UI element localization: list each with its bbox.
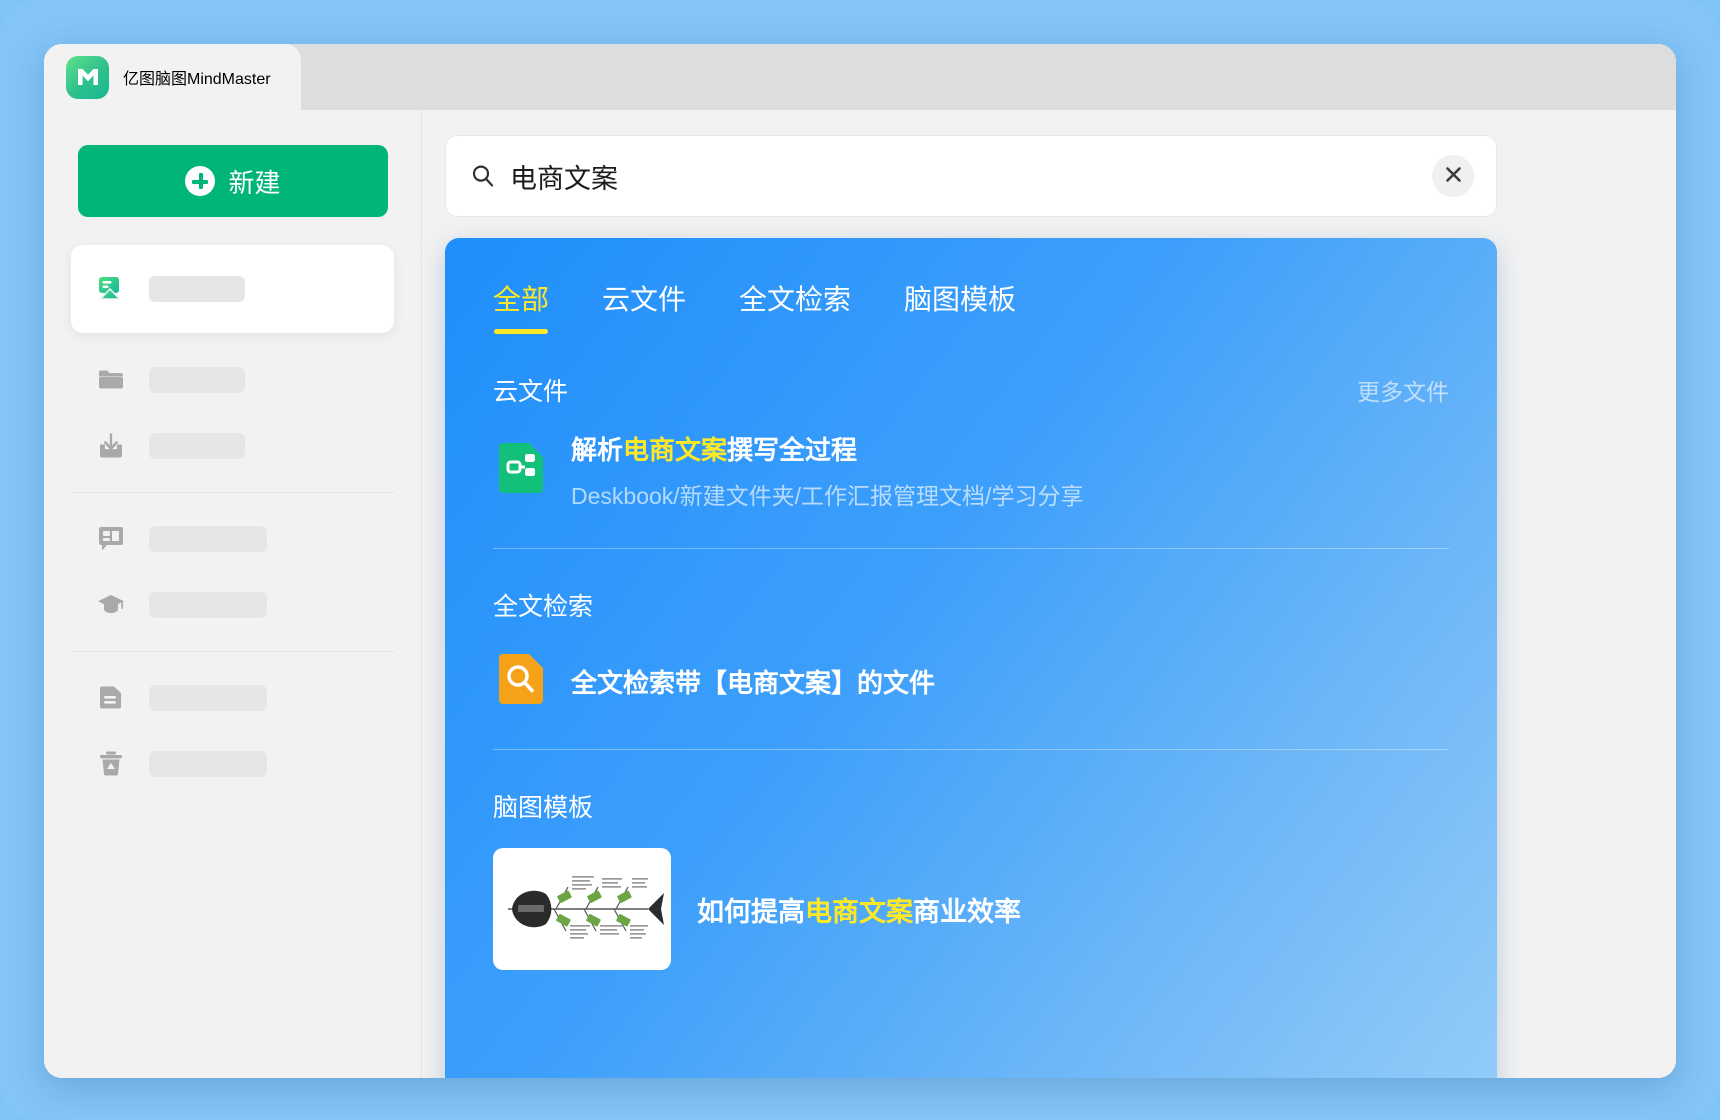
- close-icon: [1444, 165, 1463, 187]
- app-window: 亿图脑图MindMaster 新建 电商文案 全部 云文件 全文检索 脑图模板 …: [44, 44, 1676, 1078]
- title-prefix: 解析: [571, 435, 624, 465]
- full-text-search-section-header: 全文检索: [445, 587, 1497, 623]
- trash-icon: [95, 748, 127, 780]
- graduation-cap-icon: [95, 589, 127, 621]
- mindmap-file-icon: [493, 440, 549, 501]
- search-bar[interactable]: [445, 135, 1497, 217]
- cloud-file-result-row[interactable]: 解析电商文案撰写全过程 Deskbook/新建文件夹/工作汇报管理文档/学习分享: [445, 430, 1497, 511]
- clear-search-button[interactable]: [1432, 155, 1474, 197]
- title-suffix: 撰写全过程: [727, 435, 858, 465]
- sidebar-item-label: [149, 276, 245, 302]
- sidebar-item-trash[interactable]: [71, 731, 394, 797]
- sidebar-item-label: [149, 592, 267, 618]
- search-results-panel: 全部 云文件 全文检索 脑图模板 云文件 更多文件 解析电商文案撰写全过程 De…: [445, 238, 1497, 1078]
- sidebar-item-label: [149, 526, 267, 552]
- tab-cloud-files[interactable]: 云文件: [602, 278, 686, 334]
- sidebar-item-download[interactable]: [71, 413, 394, 479]
- sidebar-item-label: [149, 685, 267, 711]
- document-icon: [95, 682, 127, 714]
- app-tab[interactable]: 亿图脑图MindMaster: [44, 44, 301, 110]
- title-suffix: 商业效率: [913, 896, 1021, 927]
- sidebar-item-label: [149, 751, 267, 777]
- full-text-search-result-row[interactable]: 全文检索带【电商文案】的文件: [445, 651, 1497, 712]
- sidebar-item-label: [149, 367, 245, 393]
- sidebar-item-cloud-drive[interactable]: [71, 245, 394, 333]
- template-icon: [95, 523, 127, 555]
- title-highlight: 电商文案: [623, 435, 728, 465]
- more-files-link[interactable]: 更多文件: [1357, 373, 1449, 407]
- sidebar-item-learning[interactable]: [71, 572, 394, 638]
- result-tabs: 全部 云文件 全文检索 脑图模板: [445, 238, 1497, 334]
- title-bar: 亿图脑图MindMaster: [44, 44, 1676, 110]
- full-text-search-text: 全文检索带【电商文案】的文件: [571, 663, 935, 700]
- cloud-file-path: Deskbook/新建文件夹/工作汇报管理文档/学习分享: [571, 483, 1084, 509]
- main-content: 全部 云文件 全文检索 脑图模板 云文件 更多文件: [422, 110, 1676, 1078]
- search-input[interactable]: [510, 160, 1432, 192]
- sidebar: 新建: [44, 110, 422, 1078]
- mindmaster-logo-icon: [66, 55, 109, 99]
- section-title: 全文检索: [493, 593, 594, 621]
- tab-mind-templates[interactable]: 脑图模板: [904, 278, 1016, 334]
- sidebar-item-template[interactable]: [71, 506, 394, 572]
- section-divider: [493, 548, 1449, 549]
- cloud-file-title: 解析电商文案撰写全过程: [571, 435, 857, 465]
- plus-circle-icon: [185, 166, 216, 196]
- template-result-row[interactable]: 如何提高电商文案商业效率: [445, 848, 1497, 970]
- full-text-search-title: 全文检索带【电商文案】的文件: [571, 668, 936, 698]
- sidebar-item-folder[interactable]: [71, 347, 394, 413]
- search-file-icon: [493, 651, 549, 712]
- title-highlight: 电商文案: [805, 896, 913, 927]
- window-body: 新建 电商文案 全部 云文件 全文检索 脑图模板 云文件 更多文件 解析电商文案…: [44, 110, 1676, 1078]
- cloud-files-section-header: 云文件 更多文件: [445, 372, 1497, 408]
- sidebar-item-document[interactable]: [71, 665, 394, 731]
- app-title: 亿图脑图MindMaster: [123, 71, 271, 88]
- section-title: 脑图模板: [493, 794, 594, 822]
- section-title: 云文件: [493, 378, 569, 406]
- sidebar-divider: [71, 651, 394, 652]
- mind-templates-section-header: 脑图模板: [445, 788, 1497, 824]
- new-button[interactable]: 新建: [78, 145, 388, 217]
- download-icon: [95, 430, 127, 462]
- sidebar-item-label: [149, 433, 245, 459]
- template-title: 如何提高电商文案商业效率: [697, 890, 1021, 929]
- sidebar-divider: [71, 492, 394, 493]
- new-button-label: 新建: [228, 167, 281, 198]
- fishbone-diagram-thumbnail: [493, 848, 671, 970]
- cloud-drive-icon: [95, 273, 127, 305]
- cloud-file-text: 解析电商文案撰写全过程 Deskbook/新建文件夹/工作汇报管理文档/学习分享: [571, 430, 1083, 511]
- section-divider: [493, 749, 1449, 750]
- folder-icon: [95, 364, 127, 396]
- title-prefix: 如何提高: [697, 896, 805, 927]
- search-icon: [470, 163, 496, 189]
- tab-all[interactable]: 全部: [493, 278, 549, 334]
- tab-full-text-search[interactable]: 全文检索: [739, 278, 851, 334]
- sidebar-nav: [44, 245, 421, 797]
